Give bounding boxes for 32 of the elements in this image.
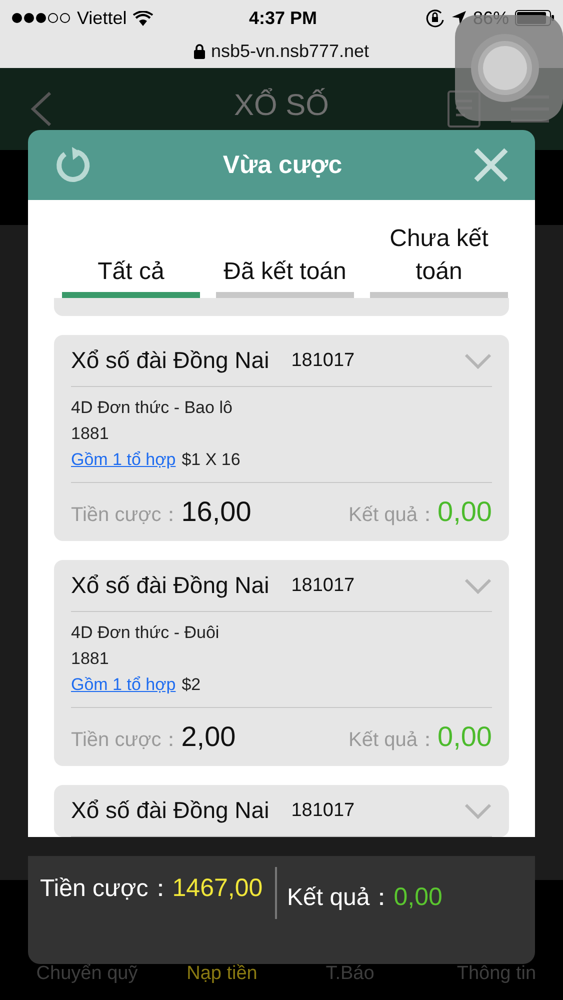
stake-label: Tiền cược： (71, 728, 182, 753)
total-result-value: 0,00 (394, 883, 442, 911)
draw-number: 181017 (291, 574, 355, 596)
page-title: XỔ SỐ (234, 89, 330, 123)
bet-number: 1881 (71, 423, 109, 445)
total-stake-label: Tiền cược： (40, 875, 172, 902)
dialog-title: Vừa cược (222, 150, 342, 180)
combination-link[interactable]: Gồm 1 tổ hợp (71, 447, 176, 473)
combination-link[interactable]: Gồm 1 tổ hợp (71, 672, 176, 698)
result-value: 0,00 (438, 721, 492, 753)
bet-amount: $1 X 16 (182, 449, 240, 471)
result-value: 0,00 (438, 496, 492, 528)
draw-number: 181017 (291, 350, 355, 372)
bet-type: 4D Đơn thức - Đuôi (71, 622, 220, 644)
lottery-name: Xổ số đài Đồng Nai (71, 572, 270, 599)
lottery-name: Xổ số đài Đồng Nai (71, 797, 270, 824)
total-result-label: Kết quả： (287, 884, 394, 911)
clock-time: 4:37 PM (248, 8, 318, 28)
draw-number: 181017 (291, 800, 355, 822)
total-stake-value: 1467,00 (172, 874, 263, 902)
stake-value: 16,00 (181, 496, 252, 528)
bet-amount: $2 (182, 674, 201, 696)
bet-type: 4D Đơn thức - Bao lô (71, 397, 234, 419)
stake-label: Tiền cược： (71, 503, 182, 528)
address-url[interactable]: nsb5-vn.nsb777.net (210, 40, 370, 62)
result-label: Kết quả： (348, 503, 438, 528)
lottery-name: Xổ số đài Đồng Nai (71, 347, 270, 374)
carrier-name: Viettel (77, 8, 127, 28)
result-label: Kết quả： (348, 728, 438, 753)
stake-value: 2,00 (181, 721, 236, 753)
bet-number: 1881 (71, 648, 109, 670)
nav-tab[interactable]: Nạp tiền (186, 963, 258, 985)
